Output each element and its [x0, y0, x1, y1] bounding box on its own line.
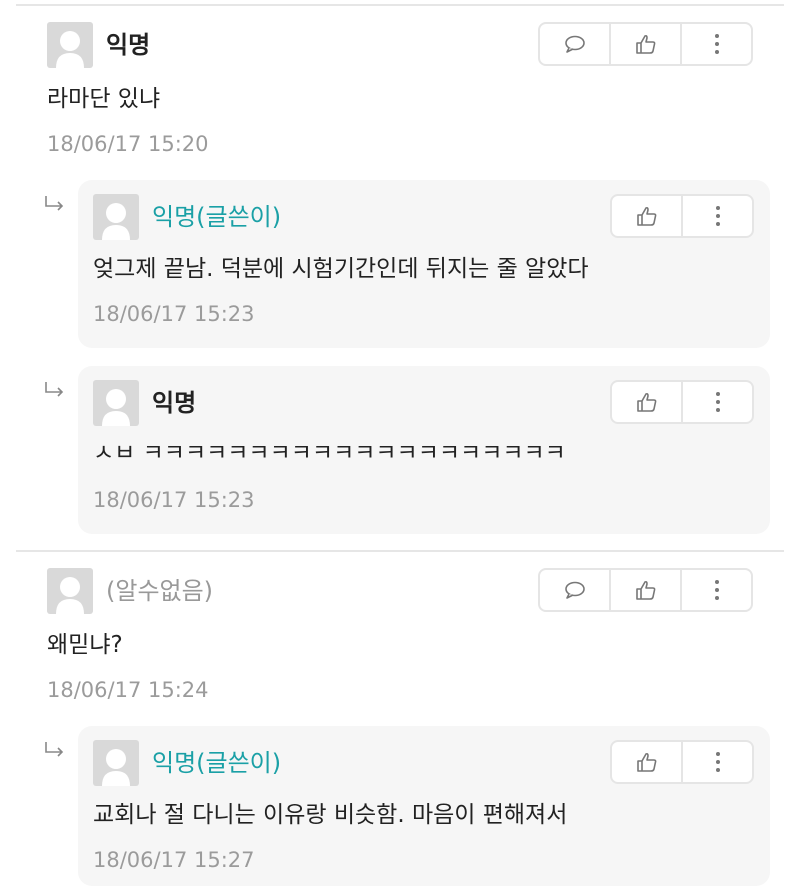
thumbs-up-icon [636, 392, 656, 412]
vertical-ellipsis-icon [714, 34, 719, 54]
speech-bubble-icon [564, 581, 585, 599]
reply-timestamp: 18/06/17 15:27 [93, 848, 255, 872]
default-avatar-icon[interactable] [93, 740, 139, 786]
reply-author[interactable]: 익명 [152, 388, 196, 418]
speech-bubble-icon [564, 35, 585, 53]
reply-button[interactable] [540, 570, 611, 610]
like-button[interactable] [611, 570, 682, 610]
reply-arrow-icon [44, 196, 66, 211]
default-avatar-icon[interactable] [47, 22, 93, 68]
comment-actions [538, 568, 753, 612]
like-button[interactable] [612, 196, 683, 236]
reply-actions [610, 740, 754, 784]
reply-text: ㅅㅂ ㅋㅋㅋㅋㅋㅋㅋㅋㅋㅋㅋㅋㅋㅋㅋㅋㅋㅋㅋㅋ [93, 440, 566, 466]
like-button[interactable] [612, 742, 683, 782]
comment-author[interactable]: 익명 [106, 30, 150, 60]
vertical-ellipsis-icon [714, 580, 719, 600]
reply-arrow-icon [44, 382, 66, 397]
reply-2-1: 익명(글쓴이) 교회나 절 다니는 이유랑 비슷함. 마음이 편해져서 18/0… [78, 726, 770, 886]
vertical-ellipsis-icon [715, 392, 720, 412]
comment-text: 왜믿냐? [47, 632, 123, 658]
comment-text: 라마단 있냐 [47, 86, 161, 112]
comment-timestamp: 18/06/17 15:24 [47, 678, 209, 702]
more-button[interactable] [683, 382, 752, 422]
thread-divider [16, 550, 784, 552]
more-button[interactable] [683, 742, 752, 782]
like-button[interactable] [612, 382, 683, 422]
comment-2: (알수없음) 왜믿냐? 18/06/17 15:24 [0, 556, 800, 716]
reply-button[interactable] [540, 24, 611, 64]
reply-text: 엊그제 끝남. 덕분에 시험기간인데 뒤지는 줄 알았다 [93, 256, 589, 282]
reply-timestamp: 18/06/17 15:23 [93, 302, 255, 326]
comment-author-unknown[interactable]: (알수없음) [106, 576, 213, 606]
reply-author-op[interactable]: 익명(글쓴이) [152, 748, 281, 778]
default-avatar-icon[interactable] [93, 380, 139, 426]
reply-actions [610, 194, 754, 238]
comment-actions [538, 22, 753, 66]
reply-timestamp: 18/06/17 15:23 [93, 488, 255, 512]
thumbs-up-icon [636, 752, 656, 772]
more-button[interactable] [682, 24, 751, 64]
comment-timestamp: 18/06/17 15:20 [47, 132, 209, 156]
more-button[interactable] [683, 196, 752, 236]
comment-1: 익명 라마단 있냐 18/06/17 15:20 [0, 0, 800, 170]
thumbs-up-icon [635, 580, 655, 600]
thumbs-up-icon [636, 206, 656, 226]
reply-1-1: 익명(글쓴이) 엊그제 끝남. 덕분에 시험기간인데 뒤지는 줄 알았다 18/… [78, 180, 770, 348]
more-button[interactable] [682, 570, 751, 610]
default-avatar-icon[interactable] [93, 194, 139, 240]
reply-text: 교회나 절 다니는 이유랑 비슷함. 마음이 편해져서 [93, 802, 568, 828]
vertical-ellipsis-icon [715, 752, 720, 772]
reply-arrow-icon [44, 742, 66, 757]
reply-1-2: 익명 ㅅㅂ ㅋㅋㅋㅋㅋㅋㅋㅋㅋㅋㅋㅋㅋㅋㅋㅋㅋㅋㅋㅋ 18/06/17 15:2… [78, 366, 770, 534]
vertical-ellipsis-icon [715, 206, 720, 226]
reply-actions [610, 380, 754, 424]
thumbs-up-icon [635, 34, 655, 54]
default-avatar-icon[interactable] [47, 568, 93, 614]
reply-author-op[interactable]: 익명(글쓴이) [152, 202, 281, 232]
like-button[interactable] [611, 24, 682, 64]
